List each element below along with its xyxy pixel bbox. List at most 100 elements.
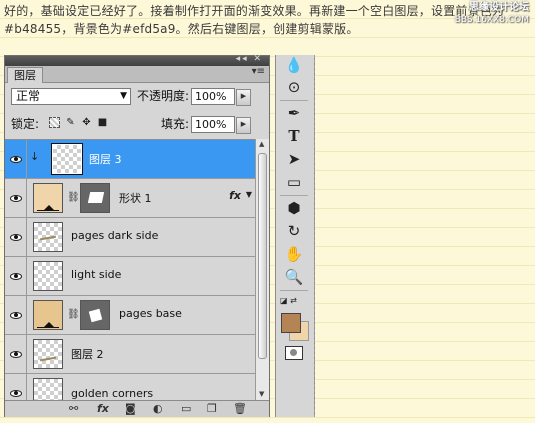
clip-arrow-icon: ↓ (30, 150, 40, 163)
pen-tool-icon[interactable]: ✒ (281, 103, 307, 123)
layer-row[interactable]: golden corners (5, 374, 255, 401)
panel-titlebar: ◂◂ ✕ (5, 54, 269, 66)
layer-name: 图层 3 (89, 153, 122, 166)
lock-move-icon[interactable]: ✥ (81, 117, 92, 128)
layer-row[interactable]: light side (5, 257, 255, 296)
layer-name: 形状 1 (119, 192, 152, 205)
tutorial-text: 好的，基础设定已经好了。接着制作打开面的渐变效果。再新建一个空白图层，设置前景色… (4, 4, 505, 36)
link-layers-icon[interactable]: ⚯ (69, 402, 78, 416)
mask-shape (87, 192, 105, 203)
eye-icon (9, 350, 22, 358)
trash-icon[interactable]: 🗑 (233, 402, 247, 416)
fill-thumbnail (33, 300, 63, 330)
layers-scrollbar[interactable]: ▲ ▼ (255, 139, 269, 400)
new-layer-icon[interactable]: ❐ (207, 402, 217, 416)
layer-name: 图层 2 (71, 348, 104, 361)
collapse-icon[interactable]: ◂◂ ✕ (236, 54, 263, 64)
opacity-label: 不透明度: (137, 89, 190, 103)
layer-row[interactable]: ⛓ 形状 1 fx ▼ (5, 179, 255, 218)
visibility-toggle[interactable] (5, 218, 27, 256)
layer-name: pages dark side (71, 229, 159, 242)
foreground-color-swatch[interactable] (281, 313, 301, 333)
thumb-stroke (39, 235, 57, 241)
opacity-input[interactable]: 100% (191, 88, 235, 105)
adjustment-layer-icon[interactable]: ◐ (153, 402, 163, 416)
layer-name: golden corners (71, 387, 154, 400)
add-mask-icon[interactable]: ◙ (125, 402, 136, 416)
eye-icon (9, 311, 22, 319)
lock-row: 锁定: ✎ ✥ ■ 填充: 100% ▶ (5, 114, 269, 136)
fill-label: 填充: (161, 117, 190, 131)
fill-bar (37, 327, 59, 328)
layer-thumbnail (33, 222, 63, 252)
blend-row: 正常 ▼ 不透明度: 100% ▶ (5, 86, 269, 108)
expand-effects-icon[interactable]: ▼ (246, 190, 252, 199)
visibility-toggle[interactable] (5, 140, 27, 178)
add-style-icon[interactable]: fx (97, 402, 109, 416)
lock-brush-icon[interactable]: ✎ (65, 117, 76, 128)
chain-icon[interactable]: ⛓ (67, 309, 80, 320)
path-selection-tool-icon[interactable]: ➤ (281, 149, 307, 169)
layer-thumbnail (33, 339, 63, 369)
eye-icon (9, 194, 22, 202)
fill-thumbnail (33, 183, 63, 213)
eye-icon (9, 389, 22, 397)
chain-icon[interactable]: ⛓ (67, 192, 80, 203)
tool-separator (280, 100, 308, 101)
opacity-slider-button[interactable]: ▶ (236, 89, 251, 106)
lock-all-icon[interactable]: ■ (97, 117, 108, 128)
eye-icon (9, 155, 22, 163)
layer-name: light side (71, 268, 122, 281)
default-colors-icon[interactable]: ◪ ⇄ (280, 296, 297, 305)
visibility-toggle[interactable] (5, 374, 27, 401)
layer-thumbnail (33, 261, 63, 291)
panel-tabbar: 图层 ▾≡ (5, 66, 269, 83)
new-group-icon[interactable]: ▭ (181, 402, 191, 416)
layer-thumbnail (51, 143, 83, 175)
rectangle-tool-icon[interactable]: ▭ (281, 172, 307, 192)
visibility-toggle[interactable] (5, 335, 27, 373)
fill-bar (37, 210, 59, 211)
watermark-line2: BBS.16XX8.COM (454, 15, 529, 25)
visibility-toggle[interactable] (5, 179, 27, 217)
hand-tool-icon[interactable]: ✋ (281, 244, 307, 264)
chevron-down-icon: ▼ (120, 91, 127, 101)
lock-label: 锁定: (11, 117, 40, 131)
fill-slider-button[interactable]: ▶ (236, 117, 251, 134)
scroll-down-icon[interactable]: ▼ (259, 390, 264, 398)
layer-row[interactable]: pages dark side (5, 218, 255, 257)
quick-mask-icon[interactable] (285, 346, 303, 360)
visibility-toggle[interactable] (5, 296, 27, 334)
type-tool-icon[interactable]: T (281, 126, 307, 146)
layer-row[interactable]: 图层 2 (5, 335, 255, 374)
layer-row[interactable]: ↓ 图层 3 (5, 140, 255, 179)
vector-mask-thumbnail (80, 183, 110, 213)
lock-transparency-icon[interactable] (49, 117, 60, 128)
fill-input[interactable]: 100% (191, 116, 235, 133)
layer-row[interactable]: ⛓ pages base (5, 296, 255, 335)
blur-tool-icon[interactable]: 💧 (281, 55, 307, 75)
tool-separator (280, 290, 308, 291)
blend-mode-select[interactable]: 正常 ▼ (11, 88, 131, 105)
dodge-tool-icon[interactable]: ⊙ (281, 77, 307, 97)
3d-rotate-tool-icon[interactable]: ⬢ (281, 198, 307, 218)
scroll-up-icon[interactable]: ▲ (259, 140, 264, 148)
fx-icon[interactable]: fx (229, 189, 241, 202)
visibility-toggle[interactable] (5, 257, 27, 295)
panel-menu-icon[interactable]: ▾≡ (252, 66, 265, 77)
thumb-stroke (39, 356, 57, 362)
scrollbar-thumb[interactable] (258, 153, 267, 359)
3d-orbit-tool-icon[interactable]: ↻ (281, 221, 307, 241)
tool-separator (280, 195, 308, 196)
layers-panel: ◂◂ ✕ 图层 ▾≡ 正常 ▼ 不透明度: 100% ▶ 锁定: ✎ ✥ ■ 填… (4, 54, 270, 417)
panel-divider (314, 55, 316, 417)
layer-name: pages base (119, 307, 182, 320)
tab-layers[interactable]: 图层 (7, 67, 43, 83)
vector-mask-thumbnail (80, 300, 110, 330)
zoom-tool-icon[interactable]: 🔍 (281, 267, 307, 287)
site-watermark: 思缘设计论坛 BBS.16XX8.COM (455, 2, 529, 26)
watermark-line1: 思缘设计论坛 (469, 2, 529, 13)
blend-mode-value: 正常 (16, 89, 41, 103)
mask-shape (88, 308, 103, 323)
eye-icon (9, 233, 22, 241)
